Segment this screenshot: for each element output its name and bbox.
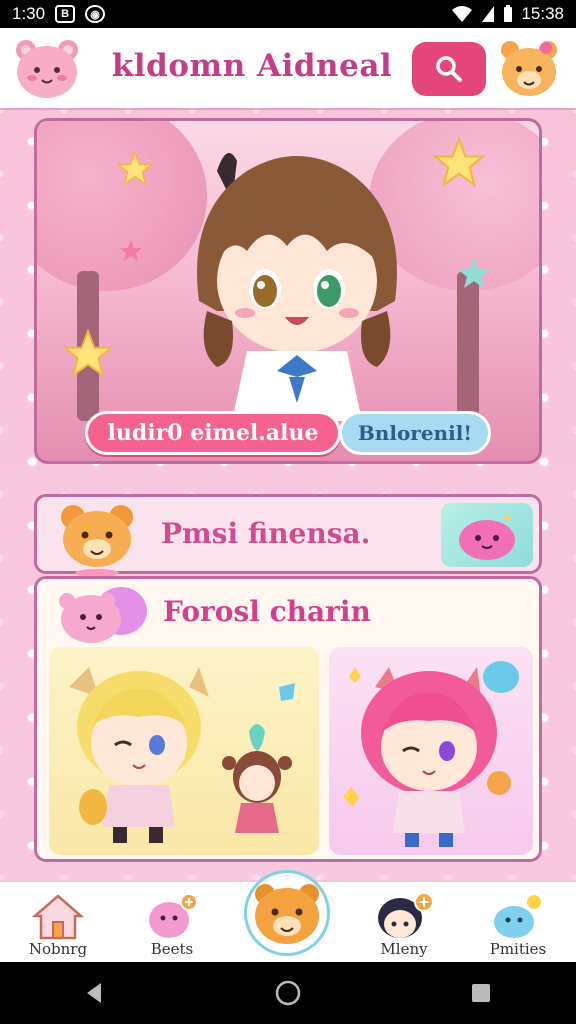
nav-label: Mleny [380,940,428,958]
status-time: 1:30 [12,4,46,23]
star-icon [120,240,142,261]
sync-icon: ◉ [85,5,106,23]
bear-mascot-icon [255,884,319,944]
favorites-title: Forosl charin [163,595,371,628]
nav-item-menu[interactable]: Mleny [354,882,454,964]
pink-hair-girl-illustration [343,661,519,847]
search-button[interactable] [412,42,486,96]
back-icon[interactable] [83,981,107,1005]
system-navigation-bar [0,962,576,1024]
star-icon [458,258,490,289]
nav-label: Nobnrg [28,940,88,958]
pink-bear-logo-icon[interactable] [12,36,82,102]
promo-banner[interactable]: Pmsi finensa. [34,494,542,577]
nav-label: Beets [150,940,194,958]
nav-item-pets[interactable]: Beets [122,882,222,964]
favorites-section: Forosl charin [34,576,542,862]
hero-secondary-button[interactable]: Bnlorenil! [339,411,491,455]
nav-item-home[interactable]: Nobnrg [8,882,108,964]
blue-blob-icon [494,893,543,938]
star-icon [117,151,153,186]
pink-blob-pet-icon [459,514,515,560]
notification-icon: B [55,5,76,23]
hero-banner[interactable]: ludir0 eimel.alue Bnlorenil! [34,118,542,464]
app-title: kldomn Aidneal [111,48,393,84]
home-icon[interactable] [274,979,302,1007]
app-header: kldomn Aidneal [0,28,576,110]
pink-bunny-pair-icon [59,587,147,643]
status-battery-text: 15:38 [521,4,564,23]
house-icon [31,894,85,940]
profile-bear-avatar-icon[interactable] [498,38,560,100]
status-bar: 1:30 B ◉ 15:38 [0,0,576,28]
nav-item-profile[interactable]: Pmities [468,882,568,964]
pink-pet-icon [149,893,198,938]
wifi-icon [452,6,473,22]
promo-thumbnail[interactable] [441,503,533,567]
bottom-navigation: Nobnrg Beets Mleny Pmities [0,870,576,964]
nav-label: Pmities [489,940,547,958]
nav-item-home-mascot[interactable] [244,870,330,956]
character-card[interactable] [329,647,533,855]
tree-trunk [457,271,479,421]
promo-banner-title: Pmsi finensa. [161,517,371,550]
hero-primary-button[interactable]: ludir0 eimel.alue [85,411,341,455]
orange-bear-icon [61,505,133,577]
cellular-signal-icon [482,6,495,22]
character-card[interactable] [49,647,319,855]
star-icon [63,329,113,378]
search-icon [436,56,462,82]
chibi-girl-illustration [197,153,397,421]
star-icon [433,137,485,188]
recents-icon[interactable] [469,981,493,1005]
blonde-cat-girl-illustration [69,667,295,843]
dark-hair-avatar-icon [378,892,434,938]
battery-icon [504,5,513,22]
